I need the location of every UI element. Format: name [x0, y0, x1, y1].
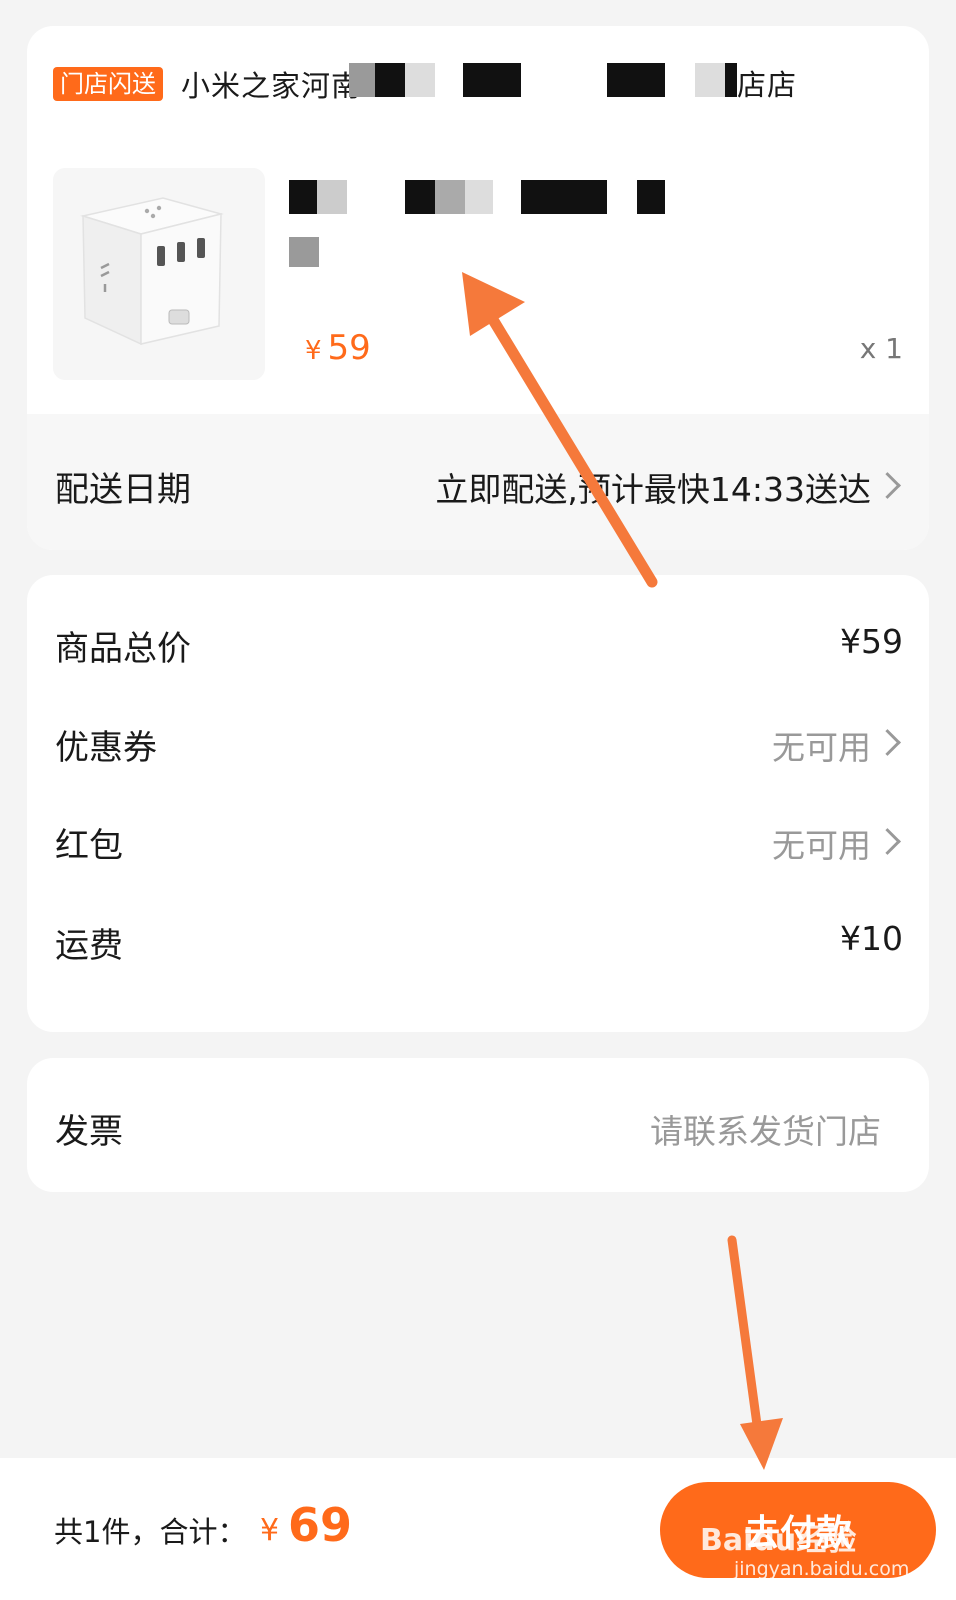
price-row-shipping: 运费 ¥10	[27, 890, 929, 990]
store-name-suffix: 店店	[737, 68, 798, 102]
redaction-block	[607, 63, 665, 97]
store-flash-tag: 门店闪送	[53, 67, 163, 101]
coupon-label: 优惠券	[55, 728, 157, 768]
invoice-value: 请联系发货门店	[650, 1112, 881, 1151]
red-packet-label: 红包	[55, 826, 123, 866]
redaction-block	[405, 63, 435, 97]
price-summary-card: 商品总价 ¥59 优惠券 无可用 红包 无可用 运费 ¥10	[27, 575, 929, 1032]
redaction-block	[695, 63, 725, 97]
delivery-date-value: 立即配送,预计最快14:33送达	[435, 470, 871, 509]
annotation-arrow-down	[727, 1235, 783, 1470]
price-row-coupon[interactable]: 优惠券 无可用	[27, 690, 929, 790]
total-summary-label: 共1件，合计：	[54, 1515, 247, 1549]
chevron-right-icon	[874, 472, 901, 499]
price-row-red-packet[interactable]: 红包 无可用	[27, 790, 929, 890]
redaction-block	[465, 180, 493, 214]
product-thumbnail[interactable]	[53, 168, 265, 380]
baidu-watermark: Baidu经验	[700, 1523, 857, 1558]
chevron-right-icon	[874, 828, 901, 855]
delivery-date-row[interactable]: 配送日期 立即配送,预计最快14:33送达	[27, 414, 929, 550]
redaction-block	[725, 63, 737, 97]
product-price: ¥59	[305, 328, 371, 368]
redaction-block	[375, 63, 405, 97]
redaction-block	[521, 180, 607, 214]
goods-total-label: 商品总价	[55, 629, 191, 669]
product-title-redacted	[289, 180, 317, 214]
chevron-right-icon	[874, 729, 901, 756]
redaction-block	[637, 180, 665, 214]
invoice-label: 发票	[55, 1112, 123, 1152]
red-packet-value: 无可用	[772, 826, 871, 865]
redaction-block	[463, 63, 521, 97]
redaction-block	[317, 180, 347, 214]
price-row-goods-total: 商品总价 ¥59	[27, 575, 929, 705]
redaction-block	[435, 180, 465, 214]
shipping-label: 运费	[55, 926, 123, 966]
order-card: 门店闪送 小米之家河南 店店 ¥59 x 1 配送日期 立即配送,预计最快14:…	[27, 26, 929, 550]
product-price-value: 59	[327, 328, 371, 368]
goods-total-value: ¥59	[840, 622, 903, 661]
delivery-date-label: 配送日期	[55, 470, 191, 510]
baidu-watermark-url: jingyan.baidu.com	[734, 1558, 910, 1580]
total-amount: 69	[288, 1498, 353, 1552]
power-strip-cube-image	[80, 197, 224, 346]
store-name: 小米之家河南	[181, 69, 362, 103]
shipping-value: ¥10	[840, 919, 903, 958]
coupon-value: 无可用	[772, 728, 871, 767]
product-spec-redacted	[289, 237, 319, 267]
total-currency-symbol: ¥	[260, 1513, 280, 1548]
redaction-block	[405, 180, 435, 214]
invoice-card[interactable]: 发票 请联系发货门店	[27, 1058, 929, 1192]
currency-symbol: ¥	[305, 336, 322, 366]
redaction-block	[349, 63, 375, 97]
product-quantity: x 1	[859, 332, 903, 365]
store-row[interactable]: 门店闪送 小米之家河南	[53, 64, 361, 104]
